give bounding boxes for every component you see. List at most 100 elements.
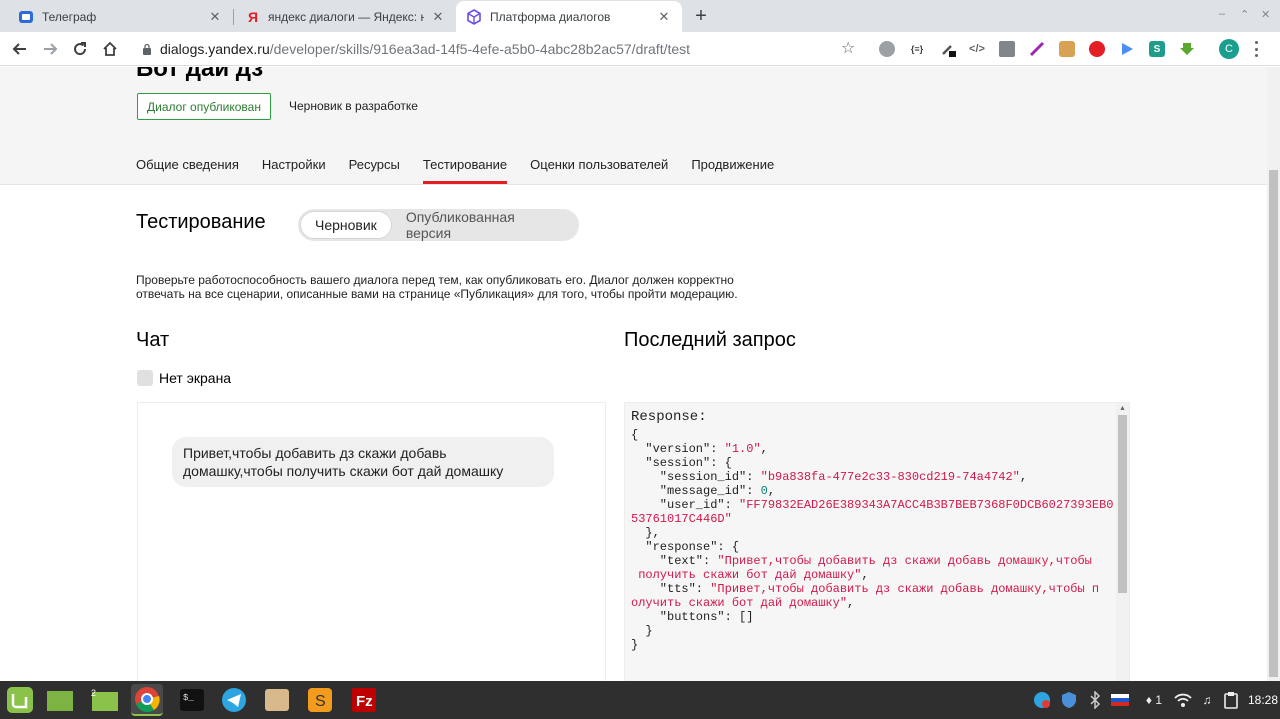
tab-resources[interactable]: Ресурсы <box>349 157 400 185</box>
json-extension-icon[interactable]: {≡} <box>909 41 925 57</box>
browser-tab-strip: Телеграф ✕ Я яндекс диалоги — Яндекс: на… <box>0 0 1280 32</box>
close-tab-icon[interactable]: ✕ <box>207 9 223 25</box>
dialogs-cube-icon <box>466 8 482 25</box>
close-tab-icon[interactable]: ✕ <box>656 9 672 25</box>
svg-text:Fz: Fz <box>356 693 373 710</box>
close-tab-icon[interactable]: ✕ <box>430 9 446 25</box>
tab-title: Платформа диалогов <box>490 9 611 24</box>
minimize-icon[interactable]: – <box>1219 8 1225 20</box>
chrome-taskbar-icon[interactable] <box>131 684 163 716</box>
draft-version-option[interactable]: Черновик <box>300 211 392 239</box>
browser-tab-dialogs-platform[interactable]: Платформа диалогов ✕ <box>456 1 682 32</box>
json-text: Привет,чтобы добавить дз скажи добавь до… <box>631 554 1092 582</box>
telegram-tray-icon[interactable] <box>1033 691 1051 709</box>
address-bar[interactable]: dialogs.yandex.ru/developer/skills/916ea… <box>130 36 870 62</box>
wifi-icon[interactable] <box>1174 691 1192 709</box>
version-switch: Черновик Опубликованная версия <box>298 209 579 241</box>
no-screen-checkbox[interactable]: Нет экрана <box>137 370 231 386</box>
json-buttons: [] <box>739 610 754 624</box>
bookmark-star-icon[interactable]: ☆ <box>841 41 857 57</box>
filezilla-icon[interactable]: Fz <box>348 684 380 716</box>
published-version-option[interactable]: Опубликованная версия <box>392 209 577 241</box>
forward-icon[interactable] <box>38 37 62 61</box>
tab-promotion[interactable]: Продвижение <box>691 157 774 185</box>
os-taskbar: 2 $_ S Fz ♦ 1 ♫ 18:28 <box>0 681 1280 719</box>
published-status-badge[interactable]: Диалог опубликован <box>137 93 271 120</box>
page-scrollbar-thumb[interactable] <box>1269 170 1278 677</box>
checkbox-box[interactable] <box>137 370 153 386</box>
download-extension-icon[interactable] <box>1179 41 1195 57</box>
bluetooth-icon[interactable] <box>1086 691 1104 709</box>
page-scrollbar[interactable] <box>1267 67 1280 681</box>
svg-text:$_: $_ <box>183 693 194 703</box>
json-tts: Привет,чтобы добавить дз скажи добавь до… <box>631 582 1100 610</box>
clipboard-icon[interactable] <box>1222 691 1240 709</box>
telegram-icon[interactable] <box>218 684 250 716</box>
draft-status-text: Черновик в разработке <box>289 99 418 113</box>
response-scrollbar[interactable]: ▲ <box>1116 403 1129 681</box>
new-tab-button[interactable]: + <box>690 5 712 27</box>
reload-icon[interactable] <box>68 37 92 61</box>
close-window-icon[interactable]: ✕ <box>1261 8 1270 21</box>
camera-extension-icon[interactable] <box>999 41 1015 57</box>
json-session-id: b9a838fa-477e2c33-830cd219-74a4742 <box>767 470 1013 484</box>
tab-title: яндекс диалоги — Яндекс: на <box>268 9 424 24</box>
browser-tab-telegraph[interactable]: Телеграф ✕ <box>8 1 233 32</box>
keyboard-layout-flag-icon[interactable] <box>1111 691 1129 709</box>
archive-manager-icon[interactable] <box>261 684 293 716</box>
page-viewport: Бот дай дз Диалог опубликован Черновик в… <box>0 67 1267 681</box>
chat-message-bubble: Привет,чтобы добавить дз скажи добавь до… <box>172 437 554 487</box>
notifications-icon[interactable]: ♦ 1 <box>1140 691 1168 709</box>
home-icon[interactable] <box>98 37 122 61</box>
globe-extension-icon[interactable] <box>879 41 895 57</box>
clock[interactable]: 18:28 <box>1248 693 1278 707</box>
json-user-id: FF79832EAD26E389343A7ACC4B3B7BEB7368F0DC… <box>631 498 1114 526</box>
notification-count: 1 <box>1155 693 1163 707</box>
s-extension-icon[interactable]: S <box>1149 41 1165 57</box>
browser-toolbar: dialogs.yandex.ru/developer/skills/916ea… <box>0 32 1280 66</box>
bell-icon: ♦ <box>1145 693 1153 707</box>
url-path: /developer/skills/916ea3ad-14f5-4efe-a5b… <box>269 41 691 57</box>
tab-settings[interactable]: Настройки <box>262 157 326 185</box>
feather-extension-icon[interactable] <box>1029 41 1045 57</box>
response-label: Response: <box>631 409 707 425</box>
back-icon[interactable] <box>8 37 32 61</box>
maximize-icon[interactable]: ⌃ <box>1240 8 1249 21</box>
mint-menu-icon[interactable] <box>4 684 36 716</box>
box-extension-icon[interactable] <box>1059 41 1075 57</box>
scroll-up-icon[interactable]: ▲ <box>1119 405 1126 412</box>
tab-user-ratings[interactable]: Оценки пользователей <box>530 157 668 185</box>
tab-testing[interactable]: Тестирование <box>422 157 508 185</box>
code-extension-icon[interactable]: </> <box>969 41 985 57</box>
skill-header: Бот дай дз Диалог опубликован Черновик в… <box>0 67 1267 185</box>
shield-tray-icon[interactable] <box>1060 691 1078 709</box>
json-message-id: 0 <box>760 484 768 498</box>
lock-icon <box>140 42 154 56</box>
profile-avatar[interactable]: C <box>1219 39 1239 59</box>
chat-panel: Привет,чтобы добавить дз скажи добавь до… <box>137 402 606 681</box>
files-icon[interactable]: 2 <box>89 684 121 716</box>
chat-heading: Чат <box>136 329 170 351</box>
tab-general[interactable]: Общие сведения <box>136 157 239 185</box>
svg-text:S: S <box>315 693 326 710</box>
browser-menu-icon[interactable] <box>1255 41 1259 57</box>
sound-icon[interactable]: ♫ <box>1198 691 1216 709</box>
sublime-text-icon[interactable]: S <box>304 684 336 716</box>
no-screen-label: Нет экрана <box>159 370 232 386</box>
telegraph-icon <box>18 9 34 25</box>
show-desktop-icon[interactable] <box>44 684 76 716</box>
response-json-panel: Response:{ "version": "1.0", "session": … <box>624 402 1130 681</box>
url-host: dialogs.yandex.ru <box>160 41 270 57</box>
page-title: Бот дай дз <box>136 67 264 82</box>
play-extension-icon[interactable] <box>1119 41 1135 57</box>
browser-tab-yandex-search[interactable]: Я яндекс диалоги — Яндекс: на ✕ <box>234 1 456 32</box>
terminal-icon[interactable]: $_ <box>176 684 208 716</box>
scrollbar-thumb[interactable] <box>1118 415 1127 593</box>
eyedropper-extension-icon[interactable] <box>940 41 956 57</box>
last-request-heading: Последний запрос <box>624 329 796 351</box>
yandex-icon: Я <box>244 9 260 25</box>
svg-text:2: 2 <box>91 688 96 698</box>
json-version: 1.0 <box>731 442 754 456</box>
testing-description: Проверьте работоспособность вашего диало… <box>136 273 738 301</box>
adblock-extension-icon[interactable] <box>1089 41 1105 57</box>
